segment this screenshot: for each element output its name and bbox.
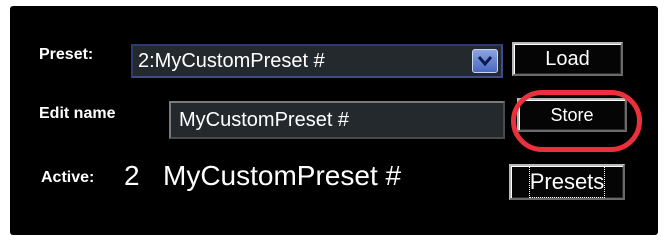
store-button[interactable]: Store [517,98,627,132]
active-label: Active: [41,169,95,186]
dropdown-arrow-button[interactable] [472,49,498,73]
edit-name-input[interactable]: MyCustomPreset # [169,101,505,139]
active-preset-name: MyCustomPreset # [163,160,402,191]
active-number: 2 [124,160,140,191]
edit-name-label: Edit name [39,105,116,122]
preset-label: Preset: [39,46,94,63]
chevron-down-icon [477,56,493,67]
preset-selected-value: 2:MyCustomPreset # [138,50,325,72]
store-button-label: Store [550,105,594,125]
preset-select[interactable]: 2:MyCustomPreset # [131,44,503,78]
load-button-label: Load [545,48,590,70]
load-button[interactable]: Load [512,42,623,76]
presets-button[interactable]: Presets [509,164,625,200]
preset-panel: Preset: 2:MyCustomPreset # Load Edit nam… [10,6,658,235]
presets-button-label: Presets [528,166,606,198]
